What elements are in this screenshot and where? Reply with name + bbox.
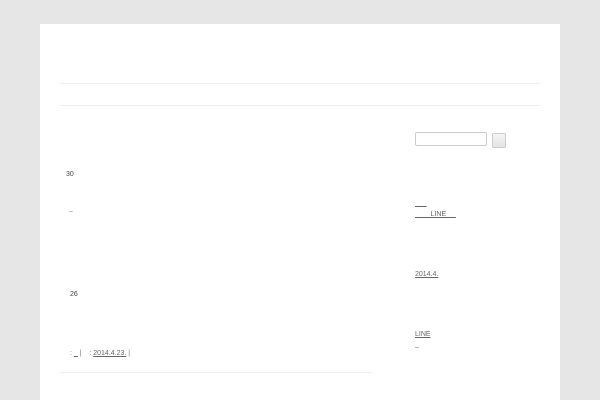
search-input[interactable] [415, 132, 487, 146]
sidebar-link-1[interactable] [415, 199, 427, 208]
page-container: 30 – 26 : _ | : 2014.4.23. | LINE 2014.4… [40, 24, 560, 400]
post-divider [60, 372, 372, 373]
meta-end: | [126, 350, 131, 357]
header-divider [60, 83, 540, 84]
post-day-2: 26 [70, 291, 78, 298]
post-day: 30 [66, 171, 74, 178]
category-link-dash[interactable]: – [415, 343, 419, 352]
nav-divider [60, 105, 540, 106]
archive-link[interactable]: 2014.4. [415, 270, 438, 279]
category-link-line[interactable]: LINE [415, 330, 431, 339]
search-button[interactable] [492, 133, 506, 148]
sidebar-link-line[interactable]: LINE [415, 210, 456, 219]
post-meta: : _ | : 2014.4.23. | [70, 349, 130, 358]
meta-separator: | : [77, 350, 94, 357]
post-date-link[interactable]: 2014.4.23. [93, 350, 126, 357]
post-dash: – [69, 208, 73, 215]
